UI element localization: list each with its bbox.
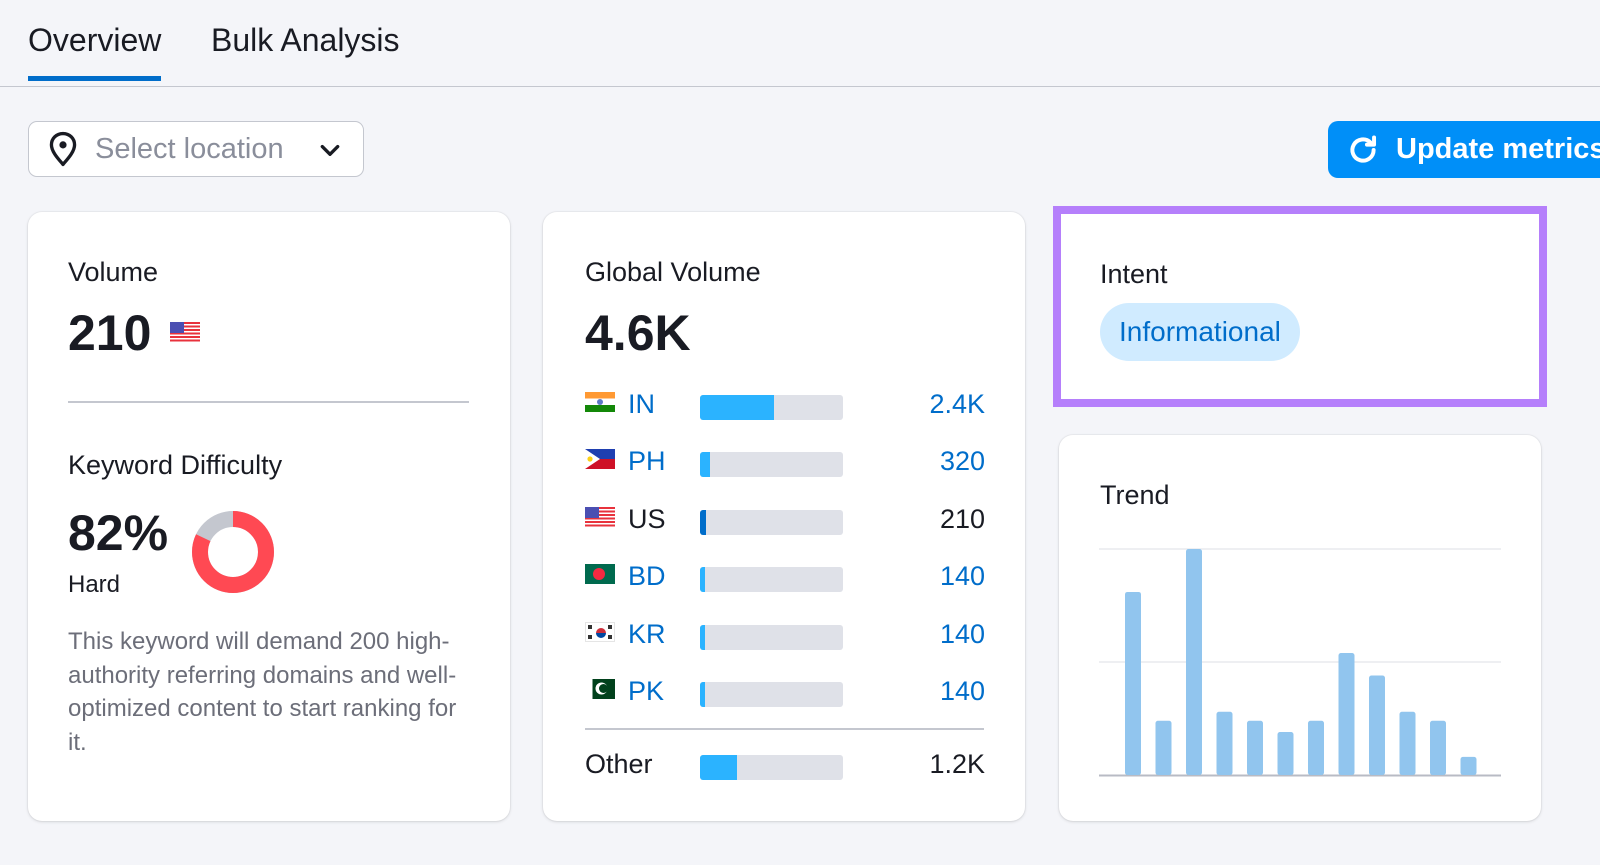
refresh-icon xyxy=(1350,135,1377,163)
trend-bar-9[interactable] xyxy=(1369,675,1385,775)
country-share-fill xyxy=(700,567,705,592)
location-select[interactable]: Select location xyxy=(28,121,364,177)
country-share-bar xyxy=(700,567,843,592)
volume-title: Volume xyxy=(68,257,159,287)
global-volume-value: 4.6K xyxy=(585,305,691,361)
country-row-in: IN 2.4K xyxy=(585,389,985,422)
chevron-down-icon xyxy=(320,144,340,156)
location-placeholder: Select location xyxy=(95,132,284,165)
trend-title: Trend xyxy=(1100,480,1170,510)
trend-bar-10[interactable] xyxy=(1399,711,1416,775)
us-flag-icon xyxy=(170,322,200,342)
country-share-fill xyxy=(700,510,707,535)
other-share-bar xyxy=(700,755,843,780)
trend-bar-2[interactable] xyxy=(1155,720,1172,775)
trend-bar-5[interactable] xyxy=(1247,720,1263,775)
update-metrics-button[interactable]: Update metrics xyxy=(1328,121,1600,178)
country-share-fill xyxy=(700,452,710,477)
trend-card: Trend xyxy=(1059,435,1541,821)
trend-bar-7[interactable] xyxy=(1308,720,1324,775)
country-share-bar xyxy=(700,452,843,477)
country-row-kr: KR 140 xyxy=(585,619,985,652)
trend-bar-4[interactable] xyxy=(1216,711,1233,775)
country-share-fill xyxy=(700,395,775,420)
keyword-difficulty-value: 82% xyxy=(68,505,169,561)
country-row-us: US 210 xyxy=(585,504,985,537)
country-row-pk: PK 140 xyxy=(585,676,985,709)
country-row-ph: PH 320 xyxy=(585,446,985,479)
tab-overview[interactable]: Overview xyxy=(28,22,162,81)
trend-bar-8[interactable] xyxy=(1338,652,1355,775)
country-share-fill xyxy=(700,682,705,707)
volume-value: 210 xyxy=(68,305,152,361)
country-code[interactable]: BD xyxy=(628,561,666,592)
pk-flag-icon xyxy=(585,679,615,699)
difficulty-description: This keyword will demand 200 high-author… xyxy=(68,628,457,756)
kr-flag-icon xyxy=(585,622,615,642)
country-code[interactable]: PH xyxy=(628,446,666,477)
section-divider xyxy=(68,401,469,403)
keyword-difficulty-title: Keyword Difficulty xyxy=(68,450,283,480)
trend-bar-chart xyxy=(1099,548,1501,777)
difficulty-donut-chart xyxy=(192,511,274,593)
tab-bulk-analysis[interactable]: Bulk Analysis xyxy=(211,22,400,79)
bd-flag-icon xyxy=(585,564,615,584)
country-code[interactable]: KR xyxy=(628,619,666,650)
country-code: US xyxy=(628,504,666,534)
ph-flag-icon xyxy=(585,449,615,469)
country-code[interactable]: IN xyxy=(628,389,655,420)
other-share-fill xyxy=(700,755,738,780)
country-share-bar xyxy=(700,682,843,707)
country-row-other: Other 1.2K xyxy=(585,749,985,782)
intent-card: Intent Informational xyxy=(1053,206,1547,407)
country-share-fill xyxy=(700,625,705,650)
country-share-bar xyxy=(700,625,843,650)
country-volume[interactable]: 320 xyxy=(940,446,985,477)
global-volume-title: Global Volume xyxy=(585,257,761,287)
trend-bar-6[interactable] xyxy=(1277,732,1294,775)
intent-title: Intent xyxy=(1100,259,1168,289)
other-label: Other xyxy=(585,749,653,779)
global-volume-card: Global Volume 4.6K IN 2.4K PH 320 US 210 BD 140… xyxy=(543,212,1025,821)
volume-card: Volume 210 Keyword Difficulty 82% Hard T… xyxy=(28,212,510,821)
intent-badge: Informational xyxy=(1100,303,1300,361)
country-row-bd: BD 140 xyxy=(585,561,985,594)
other-divider xyxy=(585,728,984,730)
country-share-bar xyxy=(700,395,843,420)
country-code[interactable]: PK xyxy=(628,676,664,707)
trend-bar-12[interactable] xyxy=(1460,756,1477,775)
trend-bar-1[interactable] xyxy=(1125,591,1141,775)
country-volume[interactable]: 140 xyxy=(940,561,985,592)
other-value: 1.2K xyxy=(929,749,985,779)
update-metrics-label: Update metrics xyxy=(1396,133,1600,165)
trend-bar-11[interactable] xyxy=(1430,720,1446,775)
us-flag-icon xyxy=(585,507,615,527)
country-volume: 210 xyxy=(939,504,985,534)
tab-bar: Overview Bulk Analysis xyxy=(0,0,1600,87)
difficulty-level-label: Hard xyxy=(68,571,121,598)
country-volume[interactable]: 140 xyxy=(940,619,985,650)
country-volume[interactable]: 2.4K xyxy=(929,389,985,420)
in-flag-icon xyxy=(585,392,615,412)
map-pin-icon xyxy=(49,131,77,167)
trend-bar-3[interactable] xyxy=(1186,549,1202,775)
country-volume[interactable]: 140 xyxy=(940,676,985,707)
country-share-bar xyxy=(700,510,843,535)
